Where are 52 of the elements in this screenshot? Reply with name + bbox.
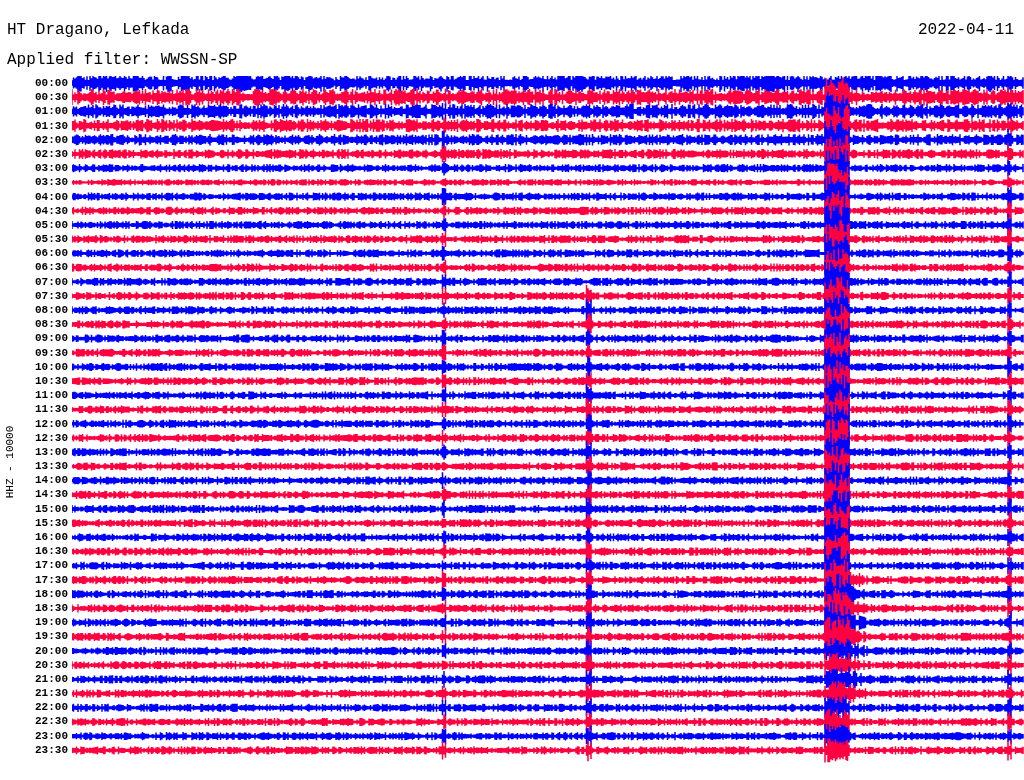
time-label: 10:00 [34, 359, 68, 374]
time-label: 16:00 [34, 530, 68, 545]
time-label: 00:30 [34, 90, 68, 105]
time-label: 20:30 [34, 657, 68, 672]
time-label: 14:00 [34, 473, 68, 488]
time-label: 04:00 [34, 189, 68, 204]
time-label: 20:00 [34, 643, 68, 658]
time-label: 18:00 [34, 586, 68, 601]
time-label: 21:30 [34, 686, 68, 701]
time-label: 15:00 [34, 501, 68, 516]
time-label: 18:30 [34, 600, 68, 616]
time-label: 13:00 [34, 444, 68, 460]
time-label: 03:00 [34, 161, 68, 176]
time-label: 12:00 [34, 416, 68, 431]
time-label: 12:30 [34, 430, 68, 445]
time-label: 09:30 [34, 345, 68, 360]
time-label: 01:30 [34, 118, 68, 133]
time-label: 05:00 [34, 217, 68, 233]
time-label: 17:30 [34, 572, 68, 587]
time-label: 08:00 [34, 303, 68, 318]
plot-date: 2022-04-11 [918, 20, 1014, 41]
time-label: 23:00 [34, 728, 68, 743]
time-label: 02:30 [34, 146, 68, 162]
time-label: 22:30 [34, 714, 68, 729]
time-label: 14:30 [34, 487, 68, 502]
time-label: 11:30 [34, 402, 68, 417]
time-label: 09:00 [34, 331, 68, 346]
time-label: 06:00 [34, 246, 68, 261]
station-title: HT Dragano, Lefkada [7, 20, 190, 41]
time-label: 07:00 [34, 274, 68, 289]
time-label: 06:30 [34, 260, 68, 275]
time-label: 13:30 [34, 459, 68, 474]
time-label: 17:00 [34, 558, 68, 573]
time-label: 21:00 [34, 671, 68, 687]
time-label: 04:30 [34, 203, 68, 218]
time-label: 08:30 [34, 317, 68, 332]
time-label: 23:30 [34, 742, 68, 757]
filter-label: Applied filter: WWSSN-SP [7, 51, 238, 69]
time-label: 19:00 [34, 615, 68, 630]
axis-label: HHZ - 10000 [4, 424, 16, 501]
time-label: 10:30 [34, 373, 68, 389]
time-label: 05:30 [34, 232, 68, 247]
time-label: 16:30 [34, 544, 68, 559]
time-label: 15:30 [34, 515, 68, 530]
time-label: 02:00 [34, 132, 68, 147]
time-label: 01:00 [34, 104, 68, 119]
time-label: 19:30 [34, 629, 68, 644]
time-label: 03:30 [34, 175, 68, 190]
time-label: 11:00 [34, 388, 68, 403]
time-label: 22:00 [34, 700, 68, 715]
time-label: 00:00 [34, 76, 68, 91]
time-label: 07:30 [34, 288, 68, 303]
